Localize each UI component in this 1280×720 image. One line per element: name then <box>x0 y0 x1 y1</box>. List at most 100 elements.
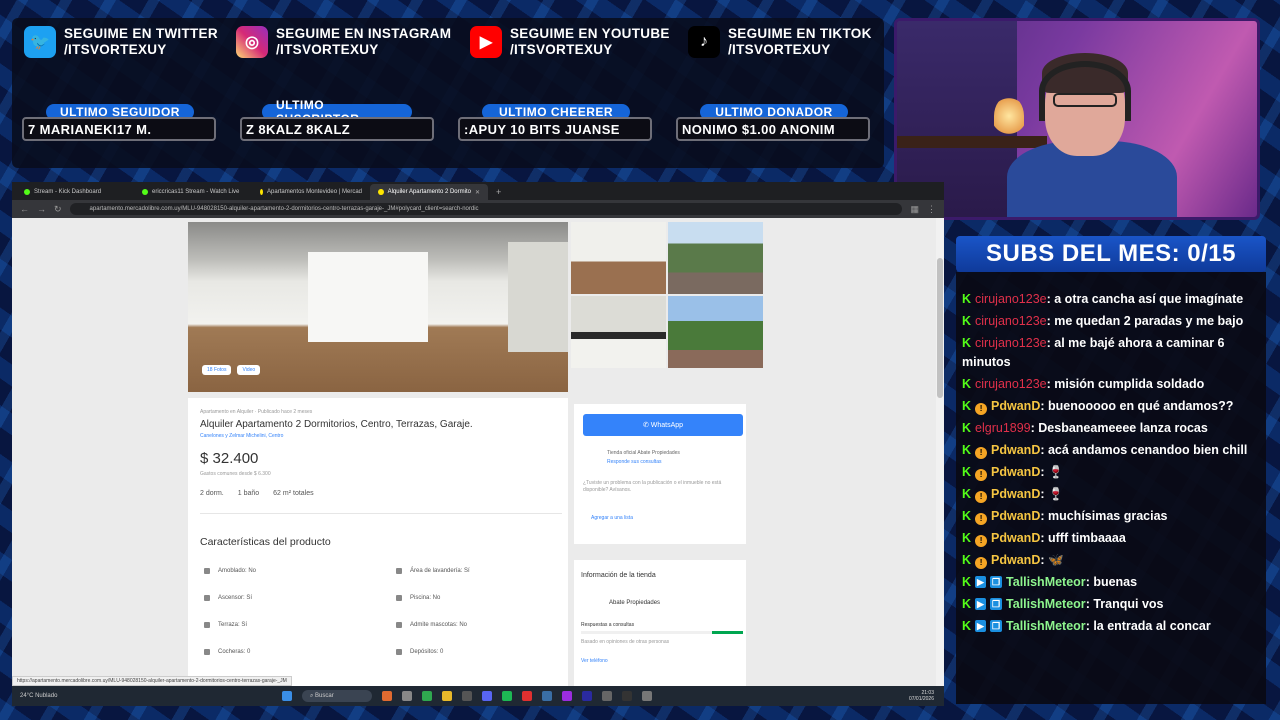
stat-value-subscriber: Z 8KALZ 8KALZ <box>240 117 434 141</box>
folder-icon[interactable] <box>442 691 452 701</box>
gift-badge-icon: ❐ <box>989 576 1003 588</box>
listing-thumb[interactable] <box>668 296 763 368</box>
problem-text: ¿Tuviste un problema con la publicación … <box>583 480 722 493</box>
attr-item: Amoblado: No <box>204 568 256 574</box>
feature-bathrooms: 1 baño <box>237 490 260 497</box>
new-tab-button[interactable]: + <box>488 184 508 200</box>
taskbar-search[interactable]: ⌕ Buscar <box>302 690 372 702</box>
video-badge[interactable]: Video <box>237 365 261 375</box>
reload-icon[interactable]: ↻ <box>54 204 62 215</box>
steam-icon[interactable] <box>542 691 552 701</box>
tab-apartamentos[interactable]: Apartamentos Montevideo | Mercad <box>252 184 370 200</box>
app-icon[interactable] <box>602 691 612 701</box>
kick-badge-icon: K <box>962 465 972 479</box>
chat-message: Kcirujano123e: misión cumplida soldado <box>962 375 1260 394</box>
coin-badge-icon: ! <box>975 535 988 547</box>
listing-thumb[interactable] <box>668 222 763 294</box>
chat-message: K ▶ ❐ TallishMeteor: la entrada al concar <box>962 617 1260 636</box>
chat-username[interactable]: cirujano123e <box>975 292 1047 306</box>
chat-username[interactable]: TallishMeteor <box>1006 575 1086 589</box>
app-icon[interactable] <box>462 691 472 701</box>
stat-value-donor: NONIMO $1.00 ANONIM <box>676 117 870 141</box>
brave-icon[interactable] <box>522 691 532 701</box>
listing-thumb[interactable] <box>571 296 666 368</box>
chat-message: Kcirujano123e: a otra cancha así que ima… <box>962 290 1260 309</box>
responses-bar <box>581 631 743 634</box>
chat-username[interactable]: PdwanD <box>991 465 1040 479</box>
chat-text: : misión cumplida soldado <box>1046 377 1205 391</box>
url-input[interactable]: apartamento.mercadolibre.com.uy/MLU-9480… <box>69 203 903 215</box>
page-scrollbar[interactable] <box>936 218 944 686</box>
kick-badge-icon: K <box>962 553 972 567</box>
tab-kick-stream[interactable]: ericcricas11 Stream - Watch Live <box>134 184 252 200</box>
kick-badge-icon: K <box>962 487 972 501</box>
clock[interactable]: 21:03 07/01/2026 <box>909 690 934 702</box>
chat-username[interactable]: PdwanD <box>991 509 1040 523</box>
chat-username[interactable]: cirujano123e <box>975 314 1047 328</box>
chat-username[interactable]: PdwanD <box>991 399 1040 413</box>
chat-username[interactable]: PdwanD <box>991 487 1040 501</box>
chat-username[interactable]: cirujano123e <box>975 336 1047 350</box>
expenses: Gastos comunes desde $ 6.300 <box>200 471 271 477</box>
chat-username[interactable]: TallishMeteor <box>1006 597 1086 611</box>
chat-username[interactable]: PdwanD <box>991 531 1040 545</box>
tab-alquiler[interactable]: Alquiler Apartamento 2 Dormito ✕ <box>370 184 488 200</box>
chat-username[interactable]: PdwanD <box>991 443 1040 457</box>
menu-icon[interactable]: ⋮ <box>927 204 936 215</box>
gift-badge-icon: ❐ <box>989 620 1003 632</box>
weather-widget[interactable]: 24°C Nublado <box>20 693 110 699</box>
headset <box>1039 61 1131 121</box>
windows-taskbar: 24°C Nublado ⌕ Buscar 21:03 07/01/2026 <box>12 686 944 706</box>
kick-badge-icon: K <box>962 575 972 589</box>
whatsapp-button[interactable]: ✆ WhatsApp <box>583 414 743 436</box>
app-icon[interactable] <box>622 691 632 701</box>
forward-icon[interactable]: → <box>37 204 46 214</box>
app-icon[interactable] <box>382 691 392 701</box>
chat-text: : muchísimas gracias <box>1040 509 1168 523</box>
chat-text: : 🍷 <box>1040 465 1064 479</box>
discord-icon[interactable] <box>482 691 492 701</box>
app-icon[interactable] <box>582 691 592 701</box>
chat-username[interactable]: cirujano123e <box>975 377 1047 391</box>
coin-badge-icon: ! <box>975 403 988 415</box>
attr-item: Depósitos: 0 <box>396 649 443 655</box>
chat-text: : acá andamos cenandoo bien chill <box>1040 443 1248 457</box>
youtube-icon: ▶ <box>470 26 502 58</box>
social-youtube: ▶ SEGUIME EN YOUTUBE/ITSVORTEXUY <box>470 26 670 58</box>
attr-item: Admite mascotas: No <box>396 622 467 628</box>
gift-badge-icon: ❐ <box>989 598 1003 610</box>
listing-title: Alquiler Apartamento 2 Dormitorios, Cent… <box>200 419 473 430</box>
chat-username[interactable]: PdwanD <box>991 553 1040 567</box>
tab-kick-dashboard[interactable]: Stream - Kick Dashboard <box>16 184 134 200</box>
chat-clipped-line <box>962 276 1260 282</box>
photos-badge[interactable]: 18 Fotos <box>202 365 232 375</box>
spotify-icon[interactable] <box>502 691 512 701</box>
chat-username[interactable]: TallishMeteor <box>1006 619 1086 633</box>
instagram-icon: ◎ <box>236 26 268 58</box>
social-handle: /ITSVORTEXUY <box>510 42 613 57</box>
store-line1[interactable]: Tienda oficial Abate Propiedades <box>607 450 680 456</box>
add-to-list-link[interactable]: Agregar a una lista <box>591 515 633 521</box>
kick-badge-icon: K <box>962 421 972 435</box>
chat-username[interactable]: elgru1899 <box>975 421 1031 435</box>
obs-icon[interactable] <box>642 691 652 701</box>
app-icon[interactable] <box>422 691 432 701</box>
divider <box>200 513 562 514</box>
chat-message: K! PdwanD: 🍷 <box>962 463 1260 482</box>
extensions-icon[interactable]: ▦ <box>910 204 919 215</box>
chat-message: K! PdwanD: acá andamos cenandoo bien chil… <box>962 441 1260 460</box>
listing-location[interactable]: Canelones y Zelmar Michelini, Centro <box>200 433 283 439</box>
listing-thumb[interactable] <box>571 222 666 294</box>
store-name[interactable]: Abate Propiedades <box>609 600 660 606</box>
app-icon[interactable] <box>562 691 572 701</box>
chat-text: : ufff timbaaaa <box>1040 531 1126 545</box>
app-icon[interactable] <box>402 691 412 701</box>
back-icon[interactable]: ← <box>20 204 29 214</box>
start-icon[interactable] <box>282 691 292 701</box>
address-bar: ← → ↻ apartamento.mercadolibre.com.uy/ML… <box>12 200 944 218</box>
coin-badge-icon: ! <box>975 557 988 569</box>
see-phone-link[interactable]: Ver teléfono <box>581 658 608 664</box>
social-twitter: 🐦 SEGUIME EN TWITTER/ITSVORTEXUY <box>24 26 218 58</box>
attr-item: Piscina: No <box>396 595 440 601</box>
social-label: SEGUIME EN TIKTOK <box>728 26 872 41</box>
